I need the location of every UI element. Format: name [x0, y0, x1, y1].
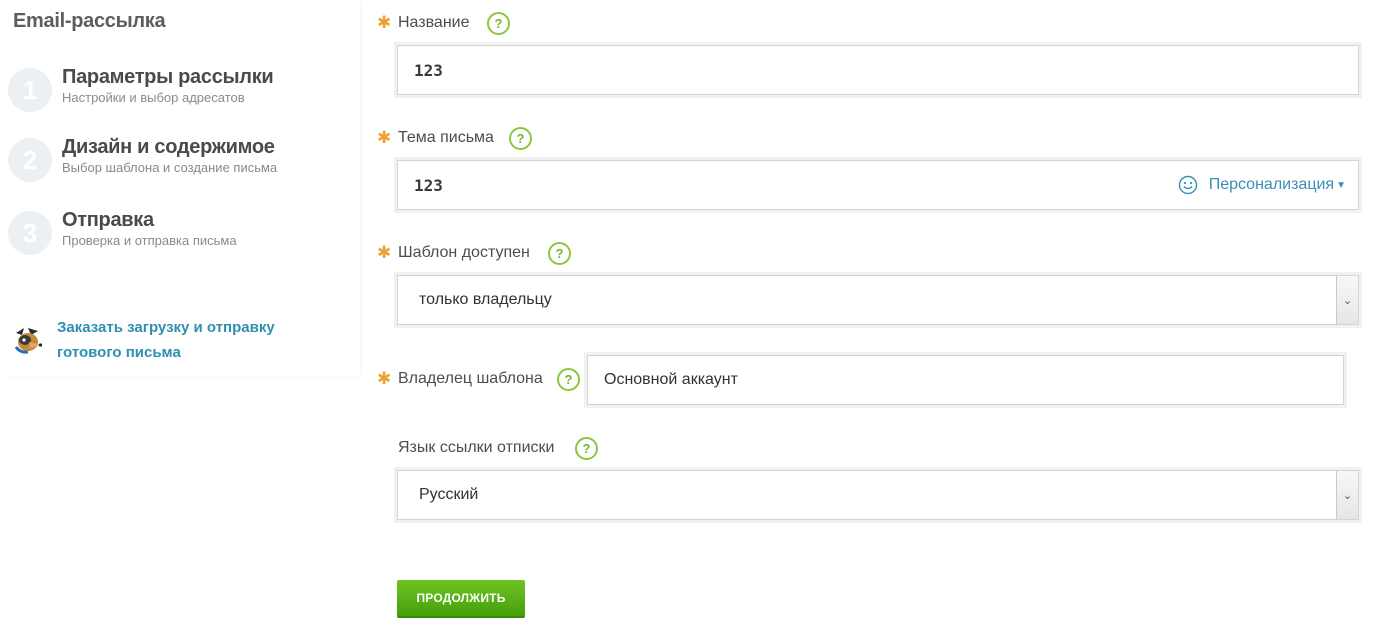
unsubscribe-lang-select[interactable]: Русский ⌄: [397, 470, 1359, 520]
help-icon[interactable]: ?: [548, 242, 571, 265]
chevron-down-icon[interactable]: ⌄: [1336, 276, 1358, 324]
step-1[interactable]: 1 Параметры рассылки Настройки и выбор а…: [8, 66, 348, 112]
step-number: 1: [8, 68, 52, 112]
template-access-value: только владельцу: [419, 291, 552, 308]
subject-input[interactable]: 123 Персонализация ▼: [397, 160, 1359, 210]
chevron-down-icon[interactable]: ⌄: [1336, 471, 1358, 519]
template-owner-value: Основной аккаунт: [604, 371, 738, 388]
page: Email-рассылка 1 Параметры рассылки Наст…: [0, 0, 1379, 640]
subject-input-value: 123: [414, 175, 443, 195]
required-marker: ✱: [377, 243, 392, 262]
smile-icon: [1178, 175, 1197, 195]
caret-down-icon: ▼: [1336, 179, 1346, 191]
step-title: Дизайн и содержимое: [62, 136, 275, 158]
step-subtitle: Выбор шаблона и создание письма: [62, 160, 278, 175]
step-subtitle: Проверка и отправка письма: [62, 233, 237, 248]
personalization-dropdown[interactable]: Персонализация ▼: [1178, 161, 1346, 209]
name-input-value: 123: [414, 60, 443, 80]
order-upload-link[interactable]: Заказать загрузку и отправку готового пи…: [57, 315, 317, 365]
name-label: Название: [398, 14, 470, 31]
template-owner-field[interactable]: Основной аккаунт: [587, 355, 1344, 405]
help-icon[interactable]: ?: [557, 368, 580, 391]
template-access-select[interactable]: только владельцу ⌄: [397, 275, 1359, 325]
step-3[interactable]: 3 Отправка Проверка и отправка письма: [8, 209, 348, 255]
help-icon[interactable]: ?: [509, 127, 532, 150]
required-marker: ✱: [377, 128, 392, 147]
order-block: Заказать загрузку и отправку готового пи…: [12, 315, 312, 365]
unsubscribe-lang-label: Язык ссылки отписки: [398, 439, 555, 456]
step-number: 2: [8, 138, 52, 182]
subject-label: Тема письма: [398, 129, 494, 146]
mascot-icon: [14, 328, 43, 354]
personalization-label: Персонализация: [1208, 176, 1335, 193]
step-number: 3: [8, 211, 52, 255]
step-title: Параметры рассылки: [62, 66, 274, 88]
continue-button[interactable]: ПРОДОЛЖИТЬ: [397, 580, 525, 618]
step-2[interactable]: 2 Дизайн и содержимое Выбор шаблона и со…: [8, 136, 348, 182]
unsubscribe-lang-value: Русский: [419, 486, 479, 503]
required-marker: ✱: [377, 369, 392, 388]
step-title: Отправка: [62, 209, 154, 231]
required-marker: ✱: [377, 13, 392, 32]
help-icon[interactable]: ?: [487, 12, 510, 35]
name-input[interactable]: 123: [397, 45, 1359, 95]
help-icon[interactable]: ?: [575, 437, 598, 460]
sidebar: Email-рассылка 1 Параметры рассылки Наст…: [0, 0, 360, 376]
template-access-label: Шаблон доступен: [398, 244, 530, 261]
template-owner-label: Владелец шаблона: [398, 370, 543, 387]
sidebar-title: Email-рассылка: [13, 10, 166, 32]
step-subtitle: Настройки и выбор адресатов: [62, 90, 245, 105]
